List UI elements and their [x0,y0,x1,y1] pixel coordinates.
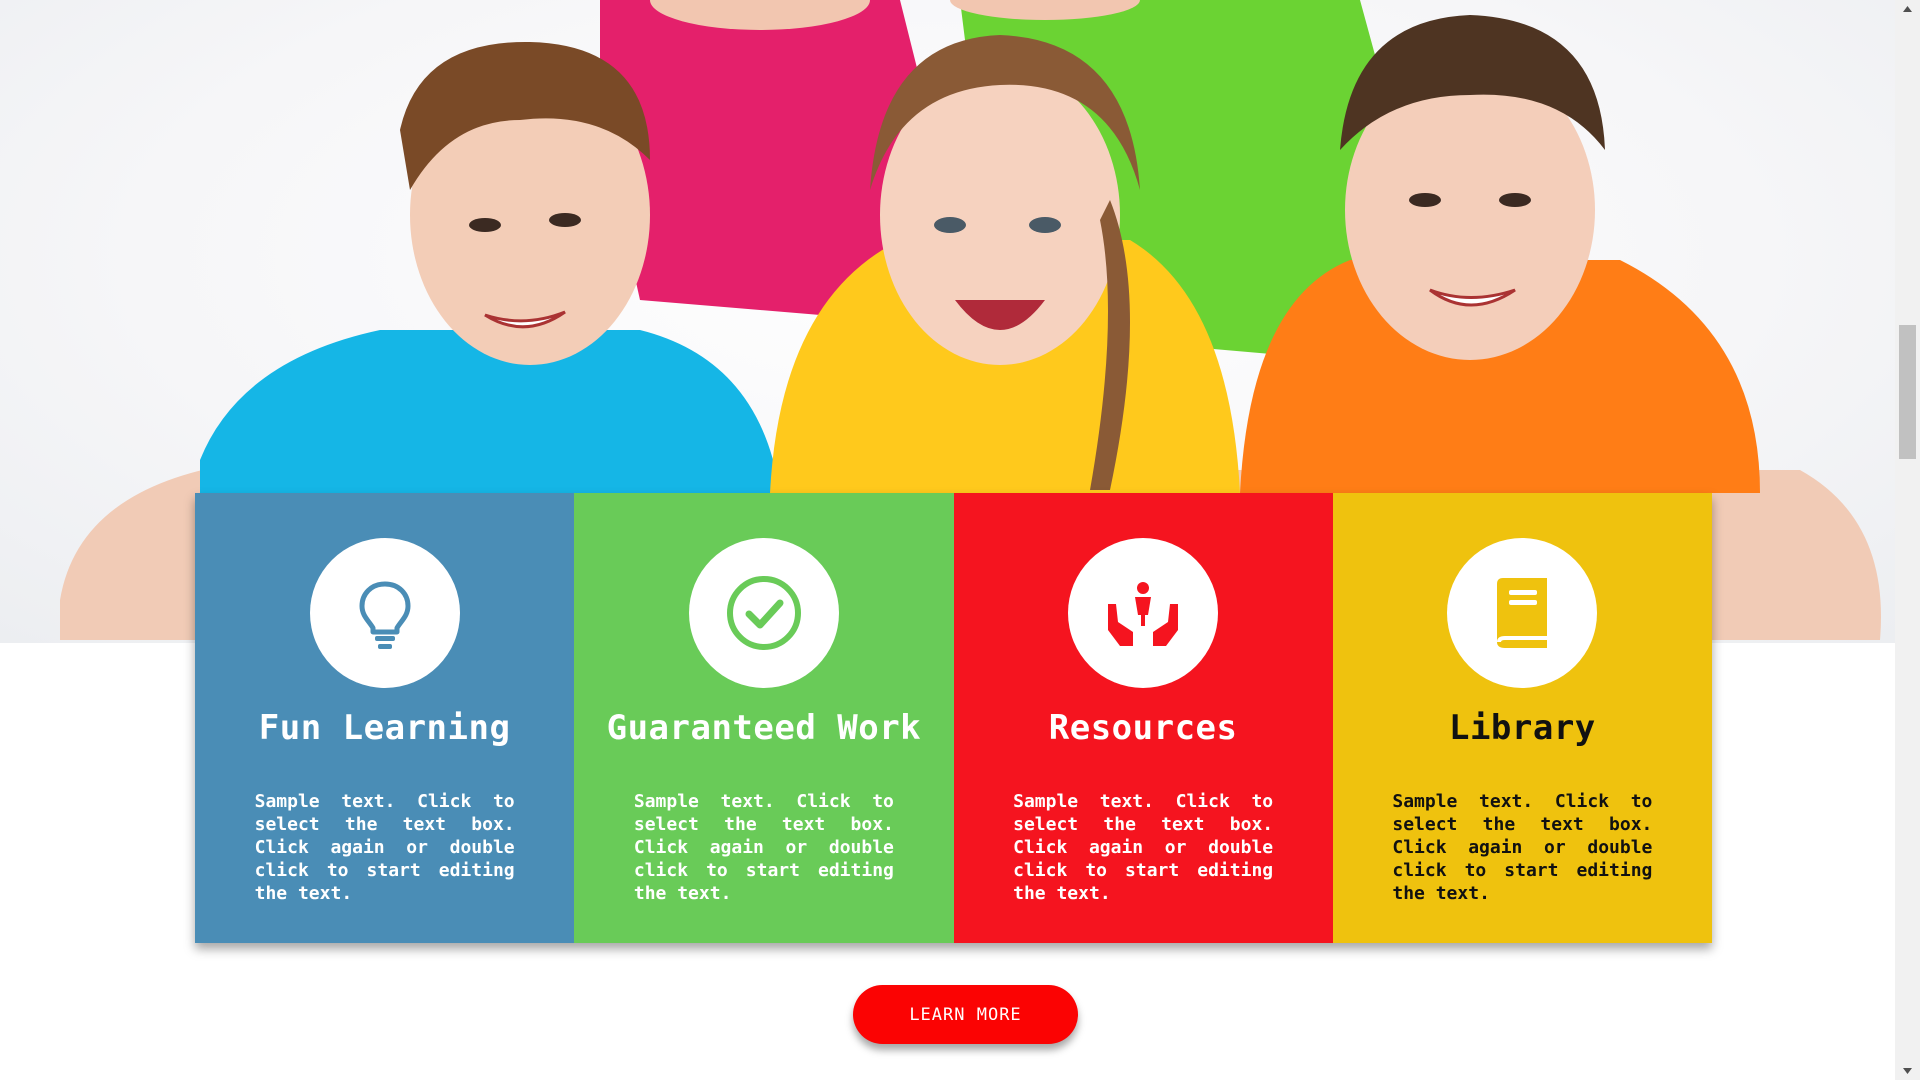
feature-card-fun-learning: Fun Learning Sample text. Click to selec… [195,493,575,943]
card-text: Sample text. Click to select the text bo… [254,791,515,904]
card-title: Fun Learning [258,708,511,748]
lightbulb-icon [359,581,411,649]
card-text: Sample text. Click to select the text bo… [1392,791,1653,904]
feature-card-resources: Resources Sample text. Click to select t… [953,493,1333,943]
hands-child-icon [1108,582,1179,646]
learn-more-button[interactable]: LEARN MORE [853,985,1078,1044]
feature-card-library: Library Sample text. Click to select the… [1332,493,1712,943]
icon-circle [1068,538,1219,688]
card-text: Sample text. Click to select the text bo… [1013,791,1274,904]
page: Fun Learning Sample text. Click to selec… [0,0,1920,1080]
card-title: Guaranteed Work [606,708,922,748]
card-text: Sample text. Click to select the text bo… [633,791,894,904]
scrollbar-thumb[interactable] [1899,325,1916,459]
book-icon [1497,578,1548,648]
card-title: Resources [1048,708,1238,748]
feature-cards: Fun Learning Sample text. Click to selec… [195,493,1712,943]
card-title: Library [1448,708,1596,748]
scroll-down-arrow-icon[interactable] [1895,1062,1920,1080]
icon-circle [688,538,839,688]
feature-card-guaranteed-work: Guaranteed Work Sample text. Click to se… [574,493,954,943]
icon-circle [1447,538,1598,688]
vertical-scrollbar[interactable] [1895,0,1920,1080]
icon-circle [309,538,460,688]
scroll-up-arrow-icon[interactable] [1895,0,1920,18]
checkmark-circle-icon [726,576,801,650]
